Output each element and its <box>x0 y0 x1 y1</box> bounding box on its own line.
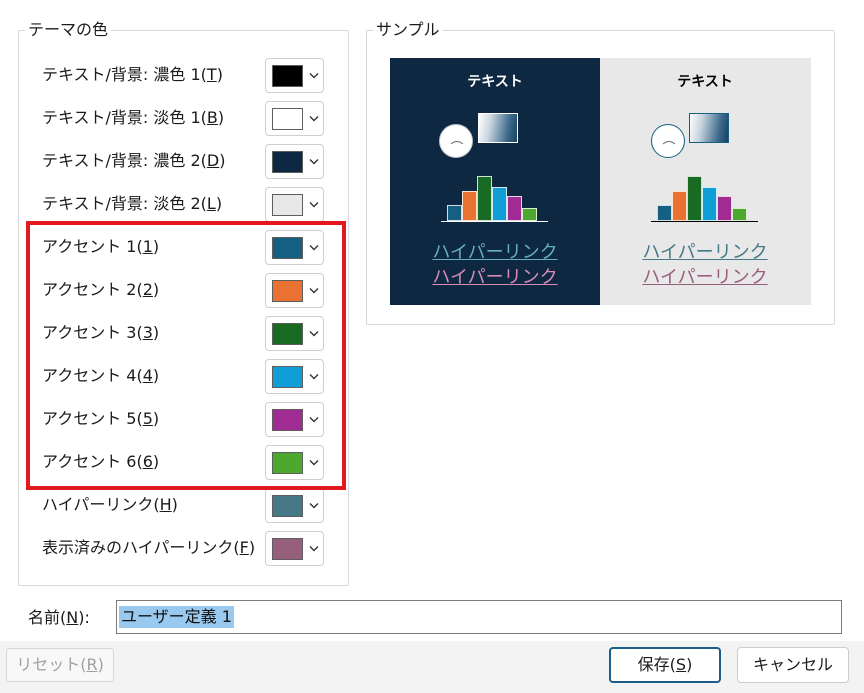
access-key: L <box>206 194 216 213</box>
sample-text: テキスト <box>467 74 523 90</box>
color-swatch <box>272 495 303 517</box>
sample-bar-accent-1 <box>657 205 672 221</box>
label-text: キャンセル <box>752 655 833 674</box>
color-dropdown-text-dark-1[interactable] <box>265 58 324 93</box>
label-end: ) <box>217 108 225 127</box>
label-end: ): <box>78 608 90 627</box>
access-key: D <box>206 151 220 170</box>
sample-preview: テキスト ハイパーリンク ハイパーリンク テキスト ハイパーリンク ハイパーリン… <box>390 58 811 305</box>
sample-hyperlink: ハイパーリンク <box>432 242 558 263</box>
sample-bar-accent-3 <box>687 176 702 221</box>
label-end: ) <box>97 655 104 674</box>
name-input-value: ユーザー定義 1 <box>119 606 234 628</box>
color-swatch <box>272 194 303 216</box>
chevron-down-icon <box>309 159 319 165</box>
label-end: ) <box>686 655 693 674</box>
sample-bar-accent-5 <box>507 196 522 221</box>
highlight-box <box>26 221 346 490</box>
sample-dark-half: テキスト ハイパーリンク ハイパーリンク <box>390 58 600 305</box>
access-key: B <box>206 108 218 127</box>
theme-color-label-hyperlink: ハイパーリンク(H) <box>42 494 178 516</box>
sample-circle-glyph <box>450 141 464 145</box>
sample-hyperlink: ハイパーリンク <box>642 242 768 263</box>
access-key: R <box>86 655 98 674</box>
theme-color-label-followed-hyperlink: 表示済みのハイパーリンク(F) <box>42 537 255 559</box>
theme-color-label-text-dark-1: テキスト/背景: 濃色 1(T) <box>42 64 223 86</box>
sample-circle-glyph <box>662 141 676 145</box>
label-end: ) <box>248 538 256 557</box>
label-text: テキスト/背景: 濃色 1( <box>42 65 207 84</box>
sample-gradient-rect <box>478 113 518 143</box>
access-key: T <box>206 65 217 84</box>
sample-visited-hyperlink: ハイパーリンク <box>432 267 558 288</box>
reset-button[interactable]: リセット(R) <box>6 648 114 682</box>
cancel-button[interactable]: キャンセル <box>737 647 849 683</box>
sample-bar-accent-4 <box>492 187 507 221</box>
label-end: ) <box>219 151 226 170</box>
chevron-down-icon <box>309 202 319 208</box>
color-dropdown-text-light-2[interactable] <box>265 187 324 222</box>
name-input[interactable]: ユーザー定義 1 <box>116 600 842 634</box>
label-end: ) <box>216 65 223 84</box>
label-end: ) <box>171 495 178 514</box>
theme-color-label-text-light-1: テキスト/背景: 淡色 1(B) <box>42 107 224 129</box>
color-dropdown-text-dark-2[interactable] <box>265 144 324 179</box>
chevron-down-icon <box>309 546 319 552</box>
label-text: リセット( <box>16 655 87 674</box>
sample-bar-accent-6 <box>732 208 747 221</box>
label-text: テキスト/背景: 淡色 1( <box>42 108 207 127</box>
sample-circle-shape <box>439 124 473 158</box>
sample-light-half: テキスト ハイパーリンク ハイパーリンク <box>600 58 811 305</box>
sample-bar-accent-3 <box>477 176 492 221</box>
label-text: ハイパーリンク( <box>42 495 160 514</box>
chevron-down-icon <box>309 503 319 509</box>
color-dropdown-text-light-1[interactable] <box>265 101 324 136</box>
label-text: テキスト/背景: 濃色 2( <box>42 151 207 170</box>
color-swatch <box>272 108 303 130</box>
label-text: テキスト/背景: 淡色 2( <box>42 194 207 213</box>
theme-color-label-text-dark-2: テキスト/背景: 濃色 2(D) <box>42 150 225 172</box>
sample-gradient-rect <box>689 113 729 143</box>
sample-bar-accent-1 <box>447 205 462 221</box>
button-bar <box>0 641 864 693</box>
theme-color-label-text-light-2: テキスト/背景: 淡色 2(L) <box>42 193 222 215</box>
sample-text: テキスト <box>677 74 733 90</box>
sample-circle-shape <box>651 124 685 158</box>
sample-bar-accent-6 <box>522 208 537 221</box>
color-swatch <box>272 65 303 87</box>
name-label: 名前(N): <box>28 607 90 629</box>
access-key: F <box>239 538 249 557</box>
label-text: 名前( <box>28 608 67 627</box>
sample-bar-accent-2 <box>462 191 477 221</box>
color-swatch <box>272 151 303 173</box>
label-text: 表示済みのハイパーリンク( <box>42 538 240 557</box>
sample-chart-baseline <box>441 221 548 222</box>
access-key: H <box>159 495 172 514</box>
chevron-down-icon <box>309 116 319 122</box>
label-text: 保存( <box>637 655 676 674</box>
sample-bar-accent-2 <box>672 191 687 221</box>
theme-colors-group-title: テーマの色 <box>25 19 112 41</box>
save-button[interactable]: 保存(S) <box>609 647 721 683</box>
sample-group-title: サンプル <box>373 19 443 41</box>
label-end: ) <box>215 194 223 213</box>
color-swatch <box>272 538 303 560</box>
access-key: S <box>675 655 687 674</box>
sample-bar-accent-5 <box>717 196 732 221</box>
sample-bar-accent-4 <box>702 187 717 221</box>
access-key: N <box>66 608 79 627</box>
sample-chart-baseline <box>651 221 758 222</box>
sample-visited-hyperlink: ハイパーリンク <box>642 267 768 288</box>
color-dropdown-followed-hyperlink[interactable] <box>265 531 324 566</box>
chevron-down-icon <box>309 73 319 79</box>
color-dropdown-hyperlink[interactable] <box>265 488 324 523</box>
